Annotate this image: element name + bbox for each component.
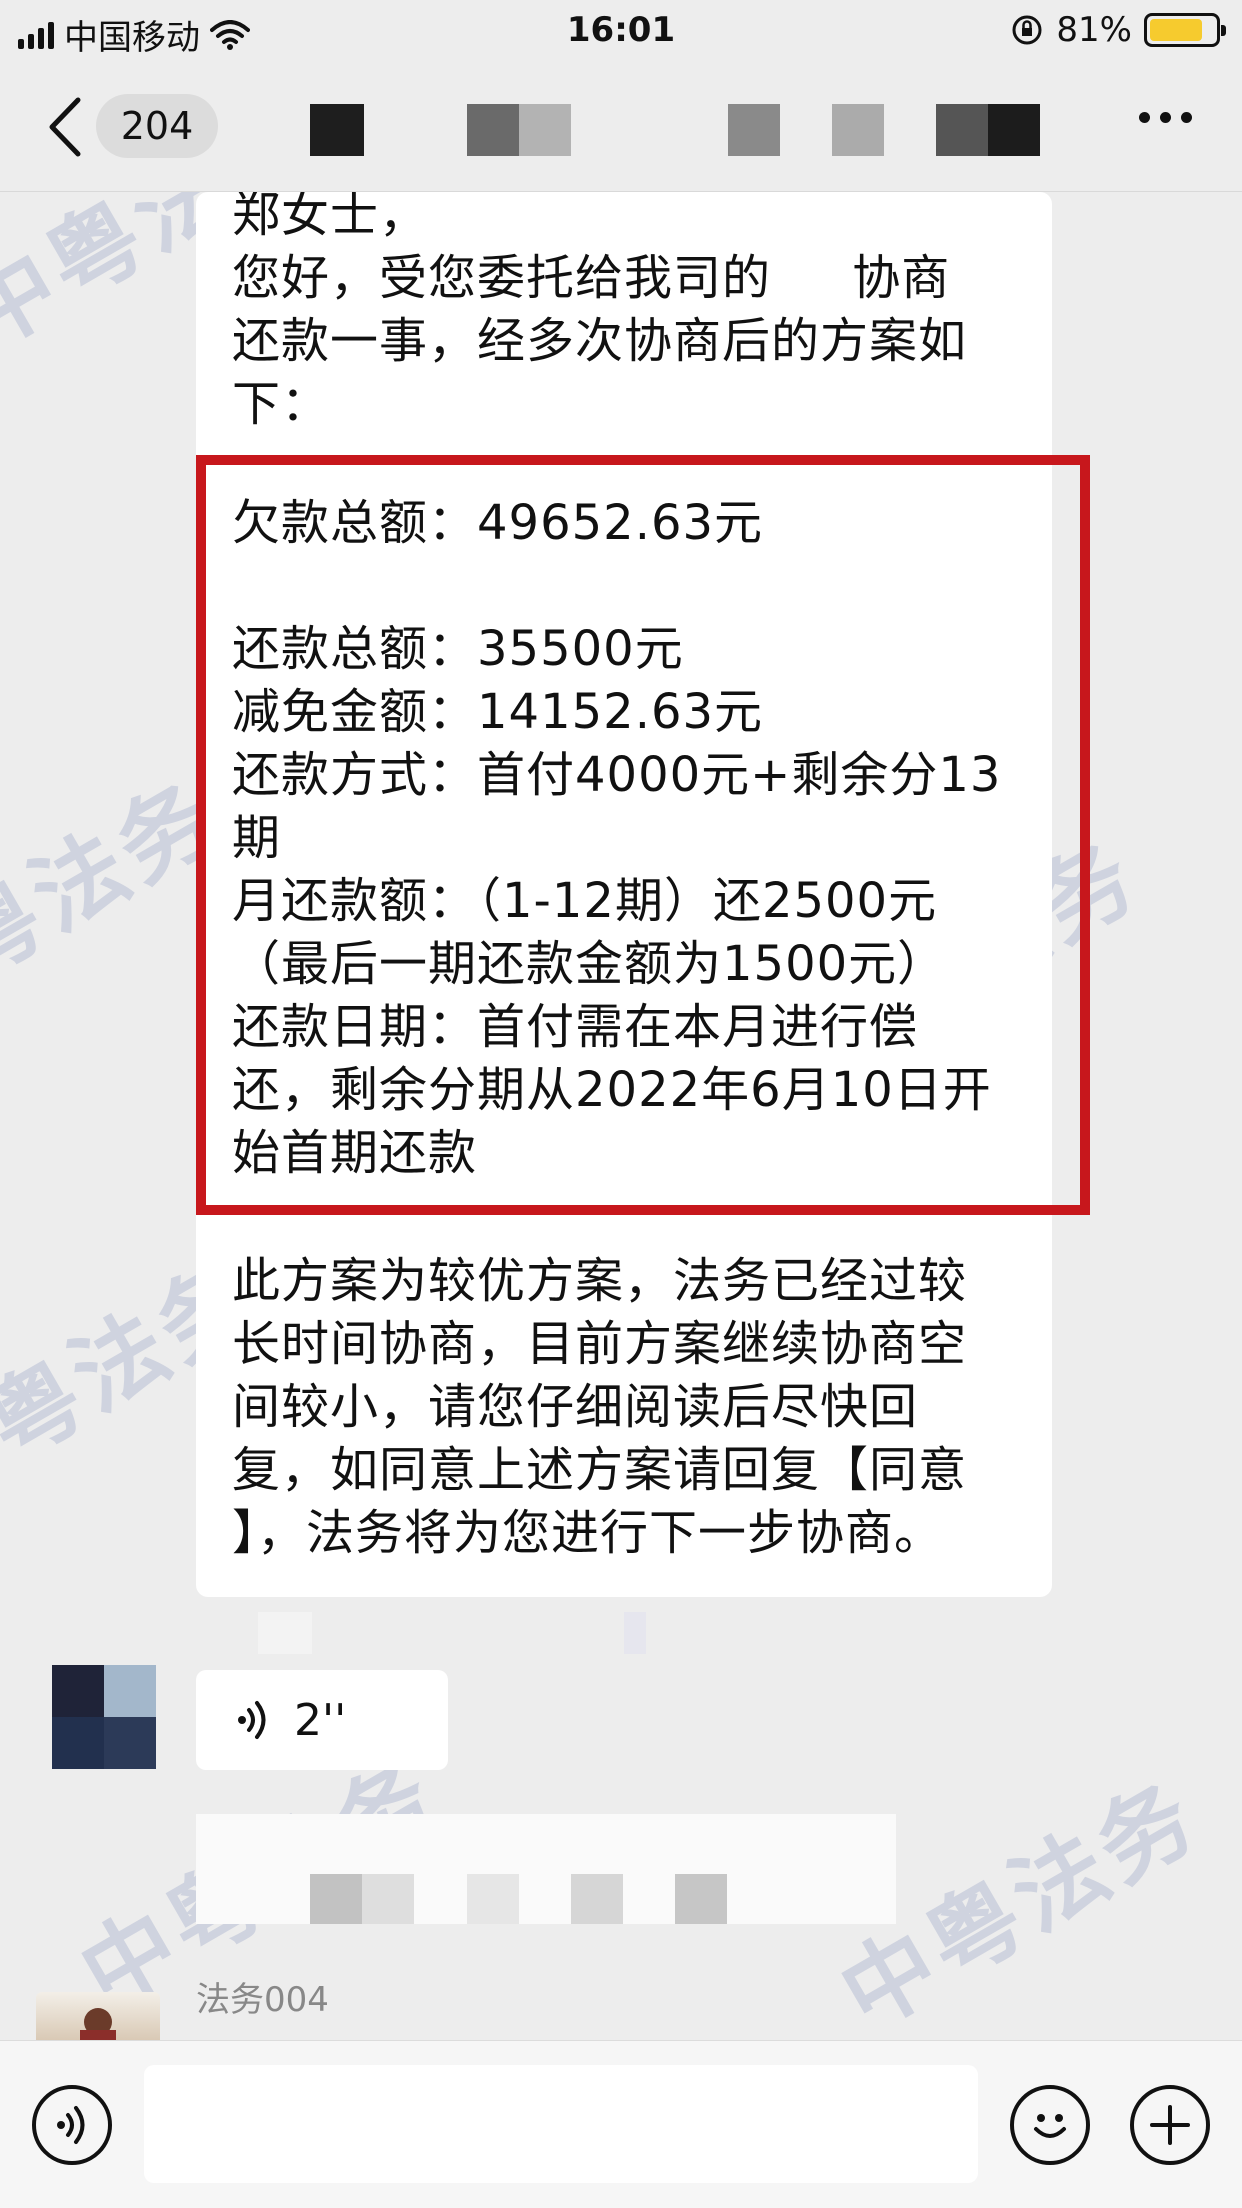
voice-duration: 2'' <box>294 1694 347 1746</box>
redacted-text <box>310 1874 414 1924</box>
message-outro-line: 长时间协商，目前方案继续协商空 <box>232 1316 968 1372</box>
plan-line-waived-amount: 减免金额：14152.63元 <box>232 684 764 740</box>
back-button[interactable] <box>40 92 90 162</box>
plan-line-repay-date-cont: 始首期还款 <box>232 1125 478 1181</box>
redacted-message-bubble <box>196 1814 896 1924</box>
message-intro-line: 下： <box>232 376 331 432</box>
voice-wave-icon <box>238 1701 266 1739</box>
message-outro-line: 复，如同意上述方案请回复【同意 <box>232 1442 968 1498</box>
sender-name: 法务004 <box>196 1980 329 2020</box>
more-options-button[interactable] <box>1139 112 1192 123</box>
emoji-icon <box>1034 2114 1066 2138</box>
plan-line-debt-total: 欠款总额：49652.63元 <box>232 495 764 551</box>
redacted-text <box>571 1874 623 1924</box>
redacted-sender-name <box>258 1612 312 1654</box>
plus-icon <box>1150 2105 1190 2145</box>
redacted-title <box>936 104 1040 156</box>
avatar[interactable] <box>52 1665 156 1769</box>
more-dots-icon <box>1139 112 1150 123</box>
battery-percent: 81% <box>1056 10 1132 50</box>
chat-area[interactable]: 中粤法务 中粤法务 中粤法务 中粤法务 中粤法务 中粤法务 中粤法务 中粤法务 … <box>0 192 1242 2040</box>
voice-icon <box>57 2106 85 2144</box>
plan-line-repay-method: 还款方式：首付4000元+剩余分13 <box>232 747 1002 803</box>
redacted-text <box>675 1874 727 1924</box>
chat-nav-bar: 204 <box>0 62 1242 192</box>
voice-input-button[interactable] <box>32 2085 112 2165</box>
plan-line-repay-date: 还款日期：首付需在本月进行偿 <box>232 999 919 1055</box>
more-functions-button[interactable] <box>1130 2085 1210 2165</box>
battery-icon <box>1144 13 1226 47</box>
redacted-text <box>467 1874 519 1924</box>
message-intro-line: 郑女士， <box>232 192 429 243</box>
redacted-sender-name <box>624 1612 646 1654</box>
input-bar <box>0 2040 1242 2208</box>
plan-line-repay-total: 还款总额：35500元 <box>232 621 684 677</box>
redacted-title <box>310 104 364 156</box>
message-outro-line: 此方案为较优方案，法务已经过较 <box>232 1253 968 1309</box>
status-right: 81% <box>1010 10 1226 50</box>
avatar-figure <box>80 2008 116 2040</box>
message-intro-line: 还款一事，经多次协商后的方案如 <box>232 313 968 369</box>
plan-line-repay-date-cont: 还，剩余分期从2022年6月10日开 <box>232 1062 992 1118</box>
plan-line-monthly-cont: （最后一期还款金额为1500元） <box>232 936 947 992</box>
message-outro-line: 】，法务将为您进行下一步协商。 <box>232 1505 944 1561</box>
message-intro-line: 您好，受您委托给我司的 协商 <box>232 250 951 306</box>
chevron-left-icon <box>49 97 81 157</box>
redacted-title <box>832 104 884 156</box>
message-input[interactable] <box>144 2065 978 2183</box>
message-outro-line: 间较小，请您仔细阅读后尽快回 <box>232 1379 919 1435</box>
redacted-title <box>728 104 780 156</box>
status-bar: 中国移动 16:01 81% <box>0 0 1242 62</box>
rotation-lock-icon <box>1012 15 1042 45</box>
voice-message-bubble[interactable]: 2'' <box>196 1670 448 1770</box>
redacted-title <box>467 104 571 156</box>
avatar[interactable] <box>36 1992 160 2040</box>
emoji-button[interactable] <box>1010 2085 1090 2165</box>
plan-line-monthly: 月还款额：（1-12期）还2500元 <box>232 873 938 929</box>
plan-line-repay-method-cont: 期 <box>232 810 282 866</box>
unread-count-badge[interactable]: 204 <box>96 94 218 158</box>
battery-fill <box>1150 19 1202 41</box>
